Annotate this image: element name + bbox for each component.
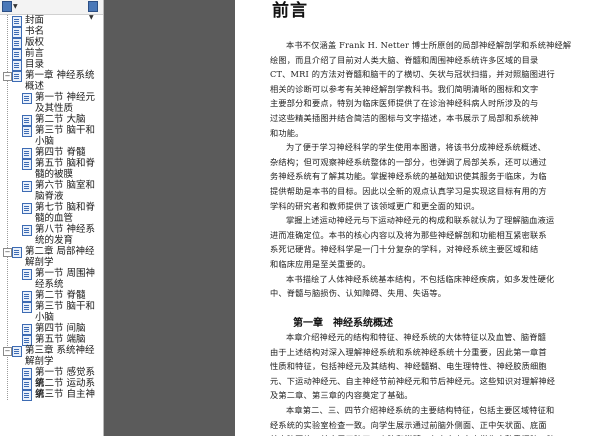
body-text-line: 提供帮助是本书的目标。因此以全新的观点认真学习是实现这目标有用的方 <box>270 186 547 196</box>
body-text-line: 由于上述结构对深入理解神经系统和系统神经系统十分重要，因此第一章首 <box>270 346 547 357</box>
bookmark-section[interactable]: 第二节 运动系统 <box>0 378 103 400</box>
bookmark-label: 前言 <box>25 48 45 59</box>
bookmark-label: 第三节 脑干和小脑 <box>35 125 96 147</box>
bookmark-page-icon <box>22 93 32 104</box>
bookmark-chapter[interactable]: 目录 <box>0 59 103 71</box>
bookmark-section[interactable]: 第一节 周围神经系统 <box>0 268 103 290</box>
bookmark-tree: 封面 书名 版权 前言 目录 − 第一章 神经系统概述 第一节 神经元及其性质 第二节 大脑 第三… <box>0 15 103 401</box>
body-text-line: 本章第二、三、四节介绍神经系统的主要结构特征，包括主要区域特征和 <box>286 405 555 415</box>
bookmark-label: 第七节 脑和脊髓的血管 <box>35 202 96 224</box>
collapse-toggle-icon[interactable]: − <box>3 347 12 356</box>
body-text-line: 本章介绍神经元的结构和特征、神经系统的大体特征以及血管、脑脊髓 <box>286 332 547 342</box>
body-text-line: 绘图，而且介绍了目前对人类大脑、脊髓和周围神经系统许多区域的目录 <box>270 54 539 65</box>
bookmark-chapter[interactable]: 封面 <box>0 15 103 27</box>
body-text-line: 元、下运动神经元、自主神经节前神经元和节后神经元。这些知识对理解神经 <box>270 375 556 386</box>
bookmark-label: 第三节 脑干和小脑 <box>35 301 96 323</box>
bookmark-page-icon <box>22 181 32 192</box>
bookmark-label: 封面 <box>25 15 45 26</box>
bookmark-chapter[interactable]: − 第三章 系统神经解剖学 <box>0 345 103 367</box>
body-text-line: 及第二章、第三章的内容奠定了基础。 <box>270 390 413 401</box>
page-title: 前言 <box>272 1 308 21</box>
bookmark-label: 第四节 间脑 <box>35 323 86 334</box>
bookmark-section[interactable]: 第四节 脊髓 <box>0 147 103 159</box>
bookmark-section[interactable]: 第五节 端脑 <box>0 334 103 346</box>
body-text-line: 性质和特征，包括神经元及其结构、神经髓鞘、电生理特性、神经胶质细胞 <box>270 361 547 372</box>
bookmark-section[interactable]: 第二节 脊髓 <box>0 290 103 302</box>
bookmark-label: 第五节 端脑 <box>35 334 86 345</box>
bookmark-page-icon <box>12 71 22 82</box>
bookmark-label: 第三章 系统神经解剖学 <box>25 345 95 367</box>
bookmark-section[interactable]: 第三节 脑干和小脑 <box>0 301 103 323</box>
bookmark-page-icon <box>22 225 32 236</box>
bookmark-page-icon <box>22 203 32 214</box>
body-text-line: 相关的诊断可以参考有关神经解剖学教科书。我们简明清晰的图标和文字 <box>270 83 539 94</box>
bookmark-label: 第一节 周围神经系统 <box>35 268 96 290</box>
bookmark-label: 第三节 自主神 <box>35 389 96 400</box>
collapse-toggle-icon[interactable]: − <box>3 72 12 81</box>
body-text-line: 本书描绘了人体神经系统基本结构，不包括临床神经疾病，如多发性硬化 <box>286 273 555 284</box>
bookmark-label: 第五节 脑和脊髓的被膜 <box>35 158 96 180</box>
bookmark-section[interactable]: 第八节 神经系统的发育 <box>0 224 103 246</box>
body-text-line: 中、脊髓与脑损伤、认知障碍、失用、失语等。 <box>270 288 447 299</box>
body-text-line: 务神经系统有了解其功能。掌握神经系统的基础知识使其服务于临床，为临 <box>270 171 547 182</box>
body-text-line: 主要部分和要点，特别为临床医师提供了在诊治神经科病人时所涉及的与 <box>270 98 539 109</box>
bookmark-label: 第六节 脑室和脑脊液 <box>35 180 96 202</box>
bookmark-chapter[interactable]: − 第一章 神经系统概述 <box>0 70 103 92</box>
bookmark-chapter[interactable]: − 第二章 局部神经解剖学 <box>0 246 103 268</box>
bookmark-section[interactable]: 第三节 脑干和小脑 <box>0 125 103 147</box>
body-text-line: 本书不仅涵盖 Frank H. Netter 博士所原创的局部神经解剖学和系统神… <box>286 40 572 50</box>
body-text-line: 进而准确定位。本书的核心内容以及将为那些神经解剖和功能相互紧密联系 <box>270 229 547 240</box>
body-text-line: 学科的研究者和教师提供了该领域更广和更全面的知识。 <box>270 200 480 211</box>
body-text-line: 幹大脑图片，并应用于脑干、小脑和脊髓。在本章内容中学生应熟悉间脑、脑 <box>270 432 555 436</box>
body-text-line: 经系统的实验室检查一致。向学生展示通过前脑外侧面、正中矢状面、底面 <box>270 419 547 430</box>
body-text-line: 和功能。 <box>270 127 304 138</box>
viewer-background <box>104 0 235 436</box>
bookmark-section[interactable]: 第四节 间脑 <box>0 323 103 335</box>
bookmark-label: 第一章 神经系统概述 <box>25 70 95 92</box>
bookmark-page-icon <box>22 302 32 313</box>
bookmark-label: 第八节 神经系统的发育 <box>35 224 96 246</box>
bookmark-page-icon <box>22 126 32 137</box>
bookmark-section[interactable]: 第五节 脑和脊髓的被膜 <box>0 158 103 180</box>
bookmark-label: 版权 <box>25 37 45 48</box>
bookmark-section[interactable]: 第三节 自主神 <box>0 389 103 401</box>
bookmarks-toolbar: ▼ ▼ <box>0 0 103 21</box>
bookmark-label: 第二章 局部神经解剖学 <box>25 246 95 268</box>
section-heading: 第一章 神经系统概述 <box>293 318 393 329</box>
body-text-line: 掌握上述运动神经元与下运动神经元的构成和联系就认为了理解脑血液运 <box>286 215 555 226</box>
body-text-line: 和临床应用是至关重要的。 <box>270 259 371 269</box>
bookmark-label: 书名 <box>25 26 45 37</box>
bookmark-section[interactable]: 第二节 大脑 <box>0 114 103 126</box>
bookmark-page-icon <box>22 159 32 170</box>
bookmark-label: 第一节 神经元及其性质 <box>35 92 96 114</box>
bookmark-chapter[interactable]: 前言 <box>0 48 103 60</box>
body-text-line: 杂结构；但可观察神经系统整体的一部分，也弹调了局部关系，还可以通过 <box>270 156 547 167</box>
bookmark-chapter[interactable]: 书名 <box>0 26 103 38</box>
document-page: 前言 本书不仅涵盖 Frank H. Netter 博士所原创的局部神经解剖学和… <box>235 0 600 436</box>
bookmark-section[interactable]: 第一节 神经元及其性质 <box>0 92 103 114</box>
collapse-toggle-icon[interactable]: − <box>3 248 12 257</box>
bookmark-page-icon <box>12 247 22 258</box>
bookmark-label: 第二节 脊髓 <box>35 290 86 301</box>
bookmark-options-icon[interactable]: ▼ <box>88 1 102 21</box>
bookmark-label: 第四节 脊髓 <box>35 147 86 158</box>
options-icon[interactable]: ▼ <box>2 1 18 12</box>
bookmark-page-icon <box>12 346 22 357</box>
bookmark-section[interactable]: 第七节 脑和脊髓的血管 <box>0 202 103 224</box>
body-text-line: CT、MRI 的方法对脊髓和脑干的了横切、矢状与冠状扫描，并对照脑图进行 <box>270 69 555 80</box>
bookmark-section[interactable]: 第一节 感觉系统 <box>0 367 103 389</box>
bookmark-label: 第二节 大脑 <box>35 114 86 125</box>
bookmark-section[interactable]: 第六节 脑室和脑脊液 <box>0 180 103 202</box>
bookmark-label: 目录 <box>25 59 45 70</box>
body-text-line: 系死记硬背。神经科学是一门十分复杂的学科，对神经系统主要区域和结 <box>270 244 539 255</box>
body-text-line: 为了便于学习神经科学的学生使用本图谱，将该书分成神经系统概述、 <box>286 142 547 153</box>
bookmark-page-icon <box>22 269 32 280</box>
bookmark-chapter[interactable]: 版权 <box>0 37 103 49</box>
bookmark-page-icon <box>22 390 32 401</box>
bookmarks-panel: ▼ ▼ 封面 书名 版权 前言 目录 − 第一章 神经系统概述 第一节 神经元及其性质 第二节 … <box>0 0 104 436</box>
body-text-line: 过这些精美插图并结合简洁的图标与文字描述，本书展示了局部和系统神 <box>270 113 539 123</box>
